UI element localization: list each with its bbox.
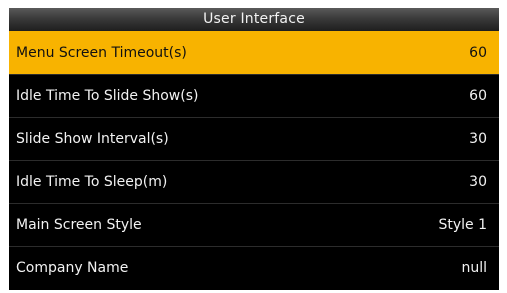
menu-item-value: 30 <box>469 131 487 147</box>
menu-item-value: null <box>461 260 487 276</box>
menu-item-label: Idle Time To Sleep(m) <box>16 174 168 190</box>
screen-title: User Interface <box>9 8 499 31</box>
menu-item-value: Style 1 <box>438 217 487 233</box>
menu-item-idle-time-to-slide-show[interactable]: Idle Time To Slide Show(s) 60 <box>9 74 499 117</box>
menu-item-main-screen-style[interactable]: Main Screen Style Style 1 <box>9 203 499 246</box>
settings-menu: Menu Screen Timeout(s) 60 Idle Time To S… <box>9 31 499 289</box>
menu-item-label: Slide Show Interval(s) <box>16 131 169 147</box>
menu-item-value: 60 <box>469 44 487 61</box>
menu-item-value: 60 <box>469 88 487 104</box>
menu-item-label: Menu Screen Timeout(s) <box>16 44 187 61</box>
menu-item-label: Company Name <box>16 260 129 276</box>
device-screen: User Interface Menu Screen Timeout(s) 60… <box>9 8 499 290</box>
menu-item-company-name[interactable]: Company Name null <box>9 246 499 289</box>
menu-item-value: 30 <box>469 174 487 190</box>
menu-item-idle-time-to-sleep[interactable]: Idle Time To Sleep(m) 30 <box>9 160 499 203</box>
menu-item-label: Main Screen Style <box>16 217 142 233</box>
menu-item-label: Idle Time To Slide Show(s) <box>16 88 199 104</box>
menu-item-menu-screen-timeout[interactable]: Menu Screen Timeout(s) 60 <box>9 31 499 74</box>
menu-item-slide-show-interval[interactable]: Slide Show Interval(s) 30 <box>9 117 499 160</box>
